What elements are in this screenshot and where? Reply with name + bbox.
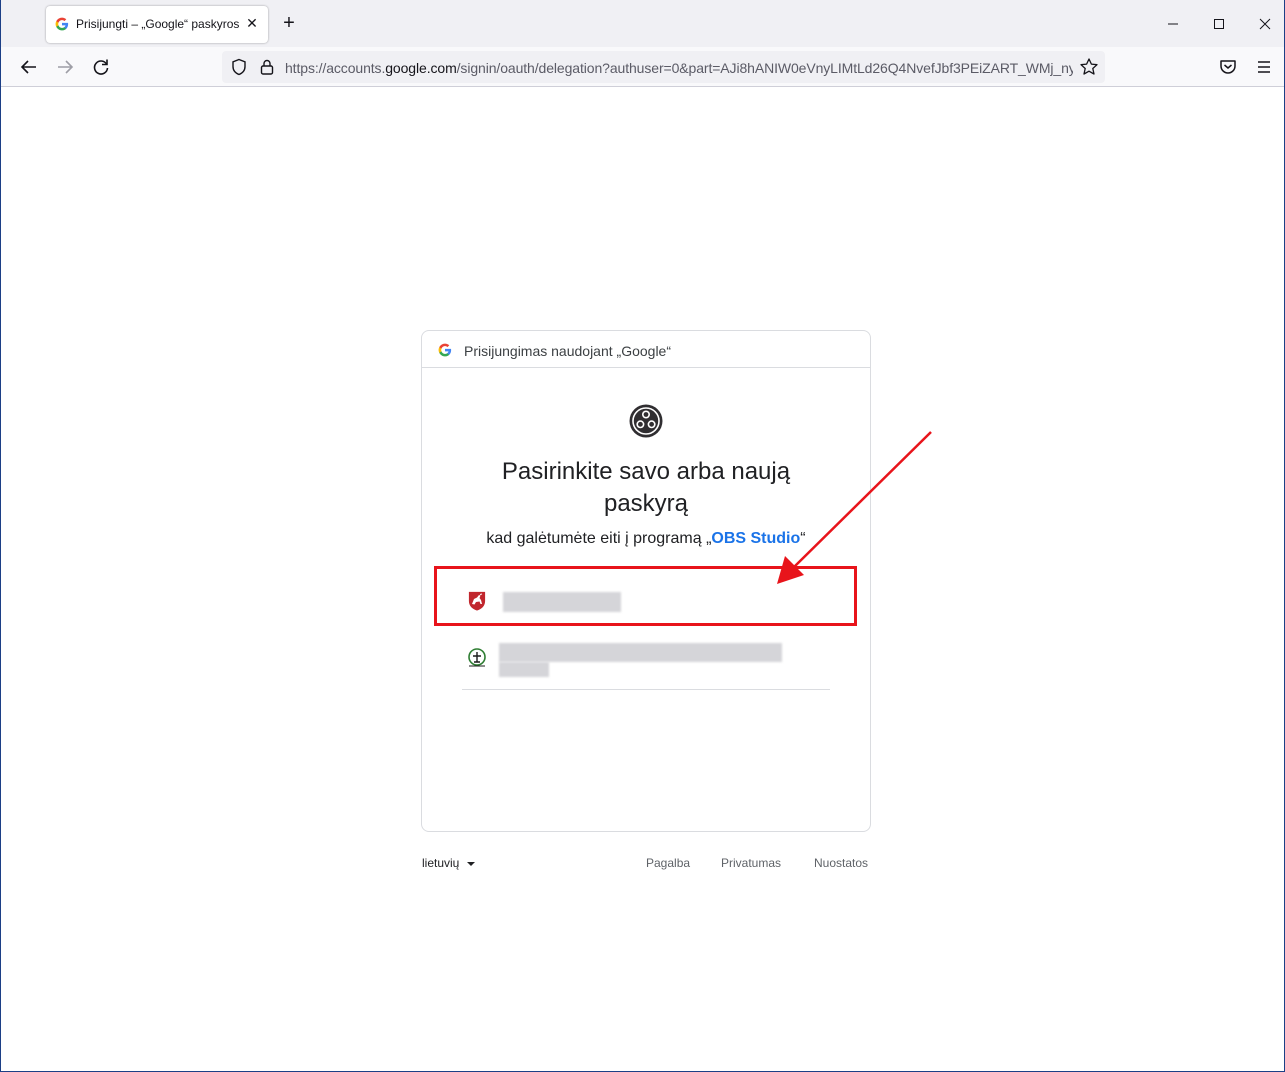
tab-title: Prisijungti – „Google“ paskyros: [76, 17, 240, 31]
minimize-icon[interactable]: [1161, 12, 1185, 36]
window-close-icon[interactable]: [1253, 12, 1277, 36]
language-selector[interactable]: lietuvių: [422, 856, 476, 870]
card-header-title: Prisijungimas naudojant „Google“: [464, 343, 671, 359]
google-icon: [438, 343, 452, 357]
help-link[interactable]: Pagalba: [646, 856, 690, 870]
pocket-icon[interactable]: [1216, 55, 1240, 79]
close-tab-icon[interactable]: ✕: [244, 15, 260, 31]
chevron-down-icon: [467, 861, 476, 866]
bookmark-star-icon[interactable]: [1079, 57, 1099, 77]
menu-hamburger-icon[interactable]: [1252, 55, 1276, 79]
subheading-text: kad galėtumėte eiti į programą „: [486, 530, 712, 547]
url-path: /signin/oauth/delegation?authuser=0&part…: [456, 60, 1073, 76]
url-domain: google.com: [385, 60, 457, 76]
google-icon: [55, 17, 69, 31]
url-prefix: https://accounts.: [285, 60, 386, 76]
browser-tab[interactable]: Prisijungti – „Google“ paskyros ✕: [46, 6, 268, 43]
obs-logo-icon: [629, 404, 663, 438]
new-tab-button[interactable]: +: [279, 13, 299, 33]
address-bar[interactable]: https://accounts.google.com/signin/oauth…: [222, 51, 1105, 83]
maximize-icon[interactable]: [1207, 12, 1231, 36]
shield-icon[interactable]: [230, 58, 248, 76]
terms-link[interactable]: Nuostatos: [814, 856, 868, 870]
browser-window: Prisijungti – „Google“ paskyros ✕ + http…: [0, 0, 1285, 1072]
account-option[interactable]: [462, 629, 830, 690]
redacted-account-email: [499, 662, 549, 677]
language-label: lietuvių: [422, 856, 460, 870]
reload-icon[interactable]: [89, 55, 113, 79]
tab-strip: Prisijungti – „Google“ paskyros ✕ +: [1, 0, 1284, 47]
organization-logo-avatar: [468, 648, 486, 667]
card-header: Prisijungimas naudojant „Google“: [422, 331, 870, 368]
back-arrow-icon[interactable]: [17, 55, 41, 79]
redacted-account-name: [499, 643, 782, 662]
url-text[interactable]: https://accounts.google.com/signin/oauth…: [285, 60, 1073, 76]
navigation-toolbar: https://accounts.google.com/signin/oauth…: [1, 47, 1284, 87]
annotation-arrow-icon: [777, 431, 932, 584]
privacy-link[interactable]: Privatumas: [721, 856, 781, 870]
lock-icon[interactable]: [258, 58, 276, 76]
forward-arrow-icon[interactable]: [53, 55, 77, 79]
